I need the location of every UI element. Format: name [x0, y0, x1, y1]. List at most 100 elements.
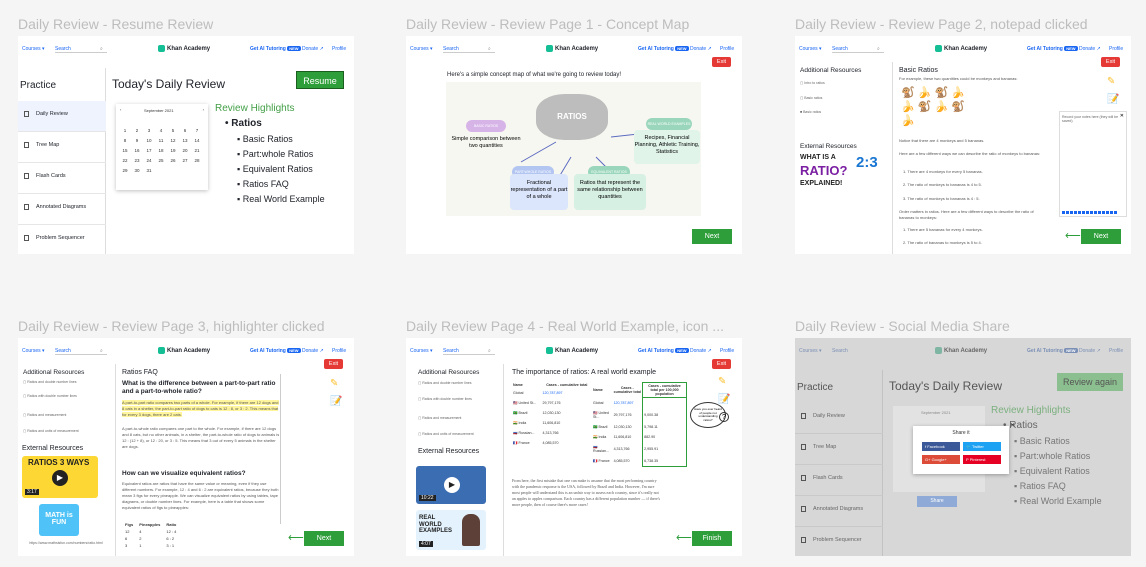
calendar-day[interactable]: 19: [168, 148, 178, 153]
notepad-icon[interactable]: 📝: [718, 394, 730, 405]
calendar-day[interactable]: 14: [192, 138, 202, 143]
profile-link[interactable]: Profile: [1109, 46, 1123, 52]
next-button[interactable]: Next: [1081, 229, 1121, 244]
ai-tutoring-link[interactable]: Get AI Tutoring NEW: [1027, 348, 1078, 354]
back-arrow-icon[interactable]: ⟵: [288, 531, 304, 544]
calendar-day[interactable]: 9: [132, 138, 142, 143]
resource-link[interactable]: ▢ Ratios and measurement: [418, 416, 461, 420]
finish-button[interactable]: Finish: [692, 531, 732, 546]
calendar-day[interactable]: 23: [132, 158, 142, 163]
resource-link[interactable]: ▢ Ratios and units of measurement: [23, 429, 79, 433]
calendar-day[interactable]: 17: [144, 148, 154, 153]
next-button[interactable]: Next: [692, 229, 732, 244]
play-icon[interactable]: ▶: [52, 470, 68, 486]
calendar-day[interactable]: 12: [168, 138, 178, 143]
calendar-day[interactable]: 27: [180, 158, 190, 163]
exit-button[interactable]: Exit: [712, 359, 731, 369]
sidebar-item-flash-cards[interactable]: Flash Cards: [18, 163, 106, 194]
donate-link[interactable]: Donate ↗: [690, 348, 712, 354]
courses-menu[interactable]: Courses ▾: [410, 46, 433, 52]
ai-tutoring-link[interactable]: Get AI Tutoring NEW: [638, 46, 689, 52]
video-thumbnail[interactable]: ▶ 10:22: [416, 466, 486, 504]
calendar-day[interactable]: 28: [192, 158, 202, 163]
close-icon[interactable]: ✕: [1120, 113, 1124, 119]
resource-url[interactable]: https://www.mathsisfun.com/numbers/ratio…: [24, 541, 108, 545]
donate-link[interactable]: Donate ↗: [1079, 348, 1101, 354]
profile-link[interactable]: Profile: [720, 348, 734, 354]
ratio-video-thumbnail[interactable]: WHAT IS A RATIO? EXPLAINED! 2:3: [800, 154, 882, 194]
courses-menu[interactable]: Courses ▾: [22, 348, 45, 354]
resource-link[interactable]: ▢ Ratios with double number lines: [418, 397, 472, 401]
highlighter-icon[interactable]: ✎: [718, 376, 726, 387]
calendar-day[interactable]: 10: [144, 138, 154, 143]
mathisfun-logo[interactable]: MATH is FUN: [39, 504, 79, 536]
calendar-day[interactable]: 15: [120, 148, 130, 153]
sidebar-item-tree-map[interactable]: Tree Map: [795, 434, 883, 465]
donate-link[interactable]: Donate ↗: [302, 348, 324, 354]
prev-month-icon[interactable]: ‹: [120, 107, 121, 112]
ai-tutoring-link[interactable]: Get AI Tutoring NEW: [1027, 46, 1078, 52]
resource-link[interactable]: ▢ Ratios with double number lines: [23, 394, 77, 398]
search-input[interactable]: Search: [832, 348, 848, 354]
calendar-day[interactable]: 22: [120, 158, 130, 163]
calendar-day[interactable]: 25: [156, 158, 166, 163]
calendar-day[interactable]: 29: [120, 168, 130, 173]
khan-logo[interactable]: Khan Academy: [158, 347, 210, 354]
resource-link[interactable]: ▢ Intro to ratios: [800, 81, 825, 85]
help-icon[interactable]: ?: [719, 412, 729, 422]
resource-link[interactable]: ▢ Ratios and double number lines: [418, 381, 472, 385]
ai-tutoring-link[interactable]: Get AI Tutoring NEW: [638, 348, 689, 354]
ratios-video-thumbnail[interactable]: RATIOS 3 WAYS ▶ 3:17: [22, 456, 98, 498]
calendar-day[interactable]: 2: [132, 128, 142, 133]
profile-link[interactable]: Profile: [332, 46, 346, 52]
sidebar-item-daily-review[interactable]: Daily Review: [18, 101, 106, 132]
notepad-icon[interactable]: 📝: [330, 396, 342, 407]
sidebar-item-tree-map[interactable]: Tree Map: [18, 132, 106, 163]
back-arrow-icon[interactable]: ⟵: [1065, 229, 1081, 242]
ai-tutoring-link[interactable]: Get AI Tutoring NEW: [250, 348, 301, 354]
resource-link[interactable]: ■ Basic ratios: [800, 110, 821, 114]
khan-logo[interactable]: Khan Academy: [935, 347, 987, 354]
calendar-day[interactable]: 21: [192, 148, 202, 153]
courses-menu[interactable]: Courses ▾: [410, 348, 433, 354]
profile-link[interactable]: Profile: [332, 348, 346, 354]
scrollbar[interactable]: [280, 374, 281, 524]
back-arrow-icon[interactable]: ⟵: [676, 531, 692, 544]
exit-button[interactable]: Exit: [712, 57, 731, 67]
highlighter-icon[interactable]: ✎: [1107, 76, 1115, 87]
review-again-button[interactable]: Review again: [1057, 373, 1123, 391]
next-month-icon[interactable]: ›: [203, 107, 204, 112]
notepad-toolbar[interactable]: [1062, 211, 1118, 214]
highlighter-icon[interactable]: ✎: [330, 378, 338, 389]
calendar-day[interactable]: 16: [132, 148, 142, 153]
resource-link[interactable]: ▢ Ratios and units of measurement: [418, 432, 474, 436]
donate-link[interactable]: Donate ↗: [690, 46, 712, 52]
sidebar-item-problem-sequencer[interactable]: Problem Sequencer: [18, 225, 106, 254]
notepad-panel[interactable]: Record your notes here (they will be sav…: [1059, 111, 1127, 217]
profile-link[interactable]: Profile: [1109, 348, 1123, 354]
google-share-button[interactable]: G+ Google+: [922, 455, 960, 464]
resource-link[interactable]: ▢ Ratios and measurement: [23, 413, 66, 417]
facebook-share-button[interactable]: f Facebook: [922, 442, 960, 451]
search-icon[interactable]: ⌕: [488, 46, 491, 52]
sidebar-item-annotated-diagrams[interactable]: Annotated Diagrams: [795, 496, 883, 527]
courses-menu[interactable]: Courses ▾: [799, 46, 822, 52]
khan-logo[interactable]: Khan Academy: [935, 45, 987, 52]
courses-menu[interactable]: Courses ▾: [799, 348, 822, 354]
search-icon[interactable]: ⌕: [877, 46, 880, 52]
khan-logo[interactable]: Khan Academy: [158, 45, 210, 52]
calendar-day[interactable]: 7: [192, 128, 202, 133]
resume-button[interactable]: Resume: [296, 71, 344, 89]
calendar-day[interactable]: 6: [180, 128, 190, 133]
sidebar-item-daily-review[interactable]: Daily Review: [795, 403, 883, 434]
calendar-day[interactable]: 3: [144, 128, 154, 133]
search-icon[interactable]: ⌕: [100, 348, 103, 354]
calendar-day[interactable]: 18: [156, 148, 166, 153]
sidebar-item-problem-sequencer[interactable]: Problem Sequencer: [795, 527, 883, 556]
courses-menu[interactable]: Courses ▾: [22, 46, 45, 52]
exit-button[interactable]: Exit: [1101, 57, 1120, 67]
twitter-share-button[interactable]: 🐦 Twitter: [963, 442, 1001, 451]
resource-link[interactable]: ▢ Ratios and double number lines: [23, 380, 77, 384]
real-world-video-thumbnail[interactable]: REAL WORLD EXAMPLES 4:07: [416, 510, 486, 550]
calendar-day[interactable]: 24: [144, 158, 154, 163]
